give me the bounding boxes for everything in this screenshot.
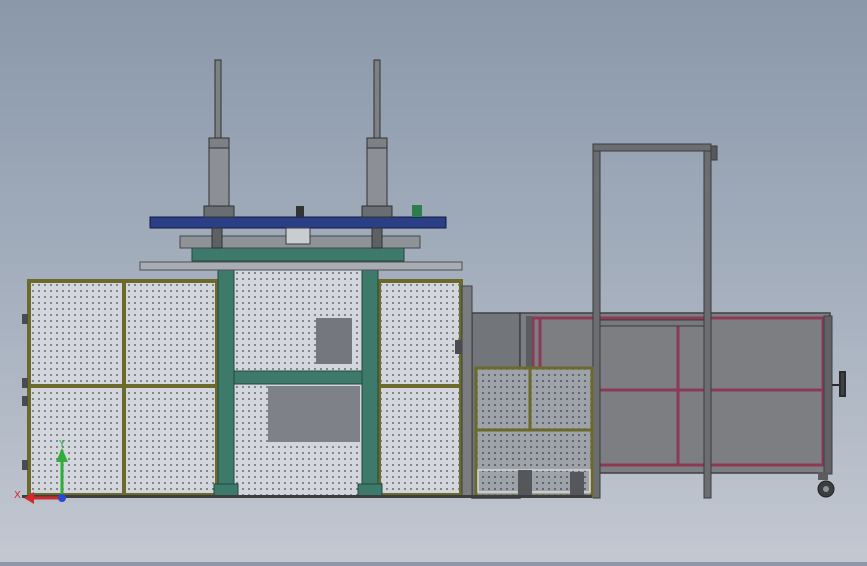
upper-platen-assembly [139,59,463,271]
left-mesh-guard [22,279,219,497]
x-axis-label: X [14,490,21,501]
y-axis-label: Y [58,439,66,450]
blue-platen [149,216,447,229]
z-axis-dot [58,494,66,502]
transfer-cage [474,366,594,498]
caster-wheel-icon [817,472,835,498]
handwheel-icon [832,371,846,397]
right-mesh-guard [377,279,473,497]
machine-drawing: X Y [14,59,846,504]
cad-viewport[interactable]: X Y [0,0,867,562]
floor-base [22,495,592,498]
